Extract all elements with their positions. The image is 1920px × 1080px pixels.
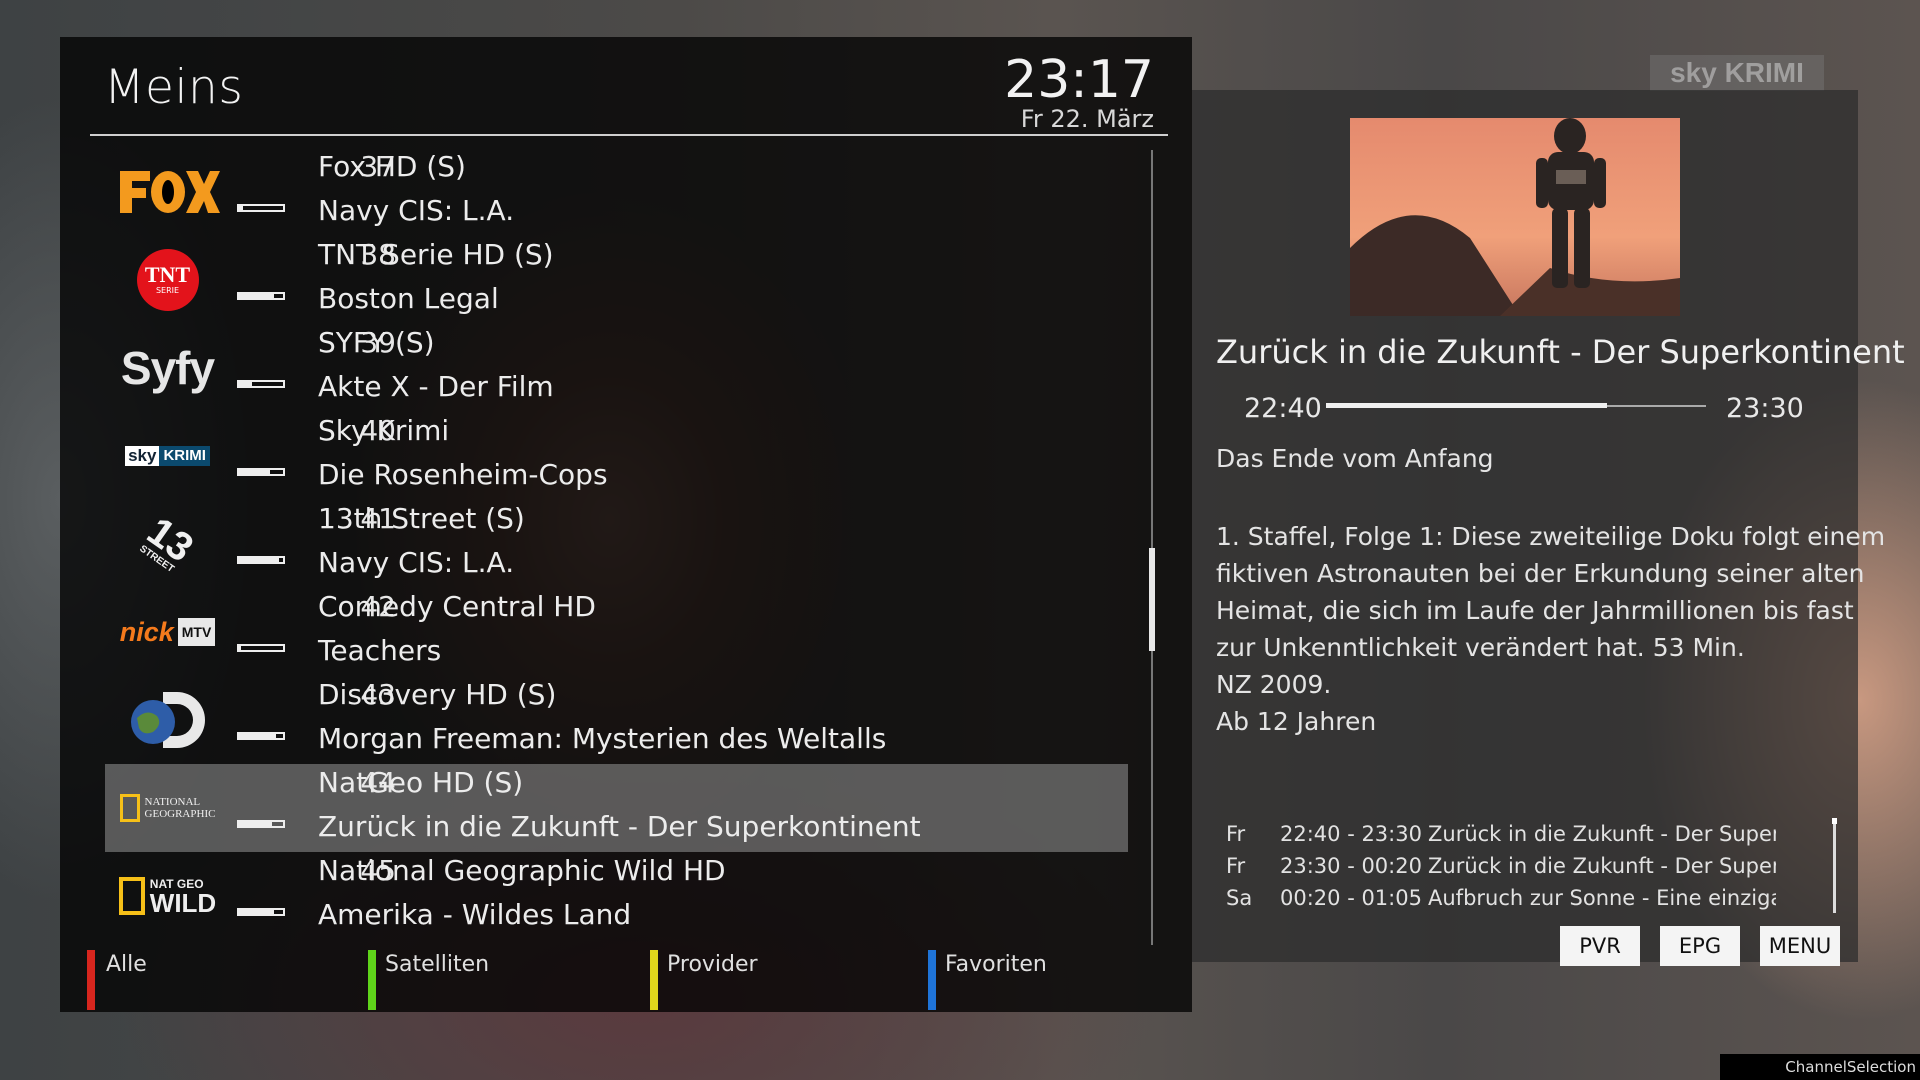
epg-time: 23:30 - 00:20 — [1280, 854, 1422, 878]
current-event: Zurück in die Zukunft - Der Superkontine… — [318, 810, 921, 843]
current-event: Navy CIS: L.A. — [318, 194, 515, 227]
epg-list-item[interactable]: Sa 00:20 - 01:05 Aufbruch zur Sonne - Ei… — [1216, 886, 1776, 916]
sky-krimi-watermark: sky KRIMI — [1650, 55, 1824, 91]
event-progress-bar — [237, 644, 285, 652]
epg-scrollbar-thumb[interactable] — [1832, 818, 1837, 824]
channel-row[interactable]: NATIONAL GEOGRAPHIC 44 NatGeo HD (S) Zurück … — [105, 764, 1128, 852]
channel-logo: nick MTV — [105, 588, 230, 676]
event-start-time: 22:40 — [1244, 393, 1322, 424]
event-end-time: 23:30 — [1726, 393, 1804, 424]
epg-title: Zurück in die Zukunft - Der Superkontine… — [1428, 854, 1776, 878]
bouquet-title: Meins — [104, 60, 244, 115]
channel-row[interactable]: TNT SERIE 38 TNT Serie HD (S) Boston Legal — [105, 236, 1128, 324]
discovery-logo-icon — [130, 692, 205, 748]
epg-scrollbar[interactable] — [1833, 818, 1836, 913]
epg-title: Aufbruch zur Sonne - Eine einzigartige R… — [1428, 886, 1776, 910]
event-progress-bar — [237, 380, 285, 388]
channel-name: TNT Serie HD (S) — [318, 238, 554, 271]
epg-list-item[interactable]: Fr 23:30 - 00:20 Zurück in die Zukunft -… — [1216, 854, 1776, 884]
channel-name: National Geographic Wild HD — [318, 854, 726, 887]
date: Fr 22. März — [1020, 105, 1154, 133]
event-progress-bar — [237, 732, 285, 740]
channel-logo: TNT SERIE — [105, 236, 230, 324]
channel-logo: NAT GEO WILD — [105, 852, 230, 940]
description-line: zur Unkenntlichkeit verändert hat. 53 Mi… — [1216, 633, 1745, 662]
current-event: Die Rosenheim-Cops — [318, 458, 608, 491]
red-button-indicator — [87, 950, 95, 1010]
syfy-logo-icon: Syfy — [120, 342, 215, 394]
red-button-label[interactable]: Alle — [106, 952, 147, 977]
channel-row[interactable]: nick MTV 42 Comedy Central HD Teachers — [105, 588, 1128, 676]
blue-button-indicator — [928, 950, 936, 1010]
blue-button-label[interactable]: Favoriten — [945, 952, 1047, 977]
channel-row[interactable]: 37 Fox HD (S) Navy CIS: L.A. — [105, 148, 1128, 236]
scrollbar-thumb[interactable] — [1149, 548, 1155, 651]
event-progress-bar — [237, 204, 285, 212]
description-line: NZ 2009. — [1216, 670, 1332, 699]
channel-name: Fox HD (S) — [318, 150, 466, 183]
event-description: 1. Staffel, Folge 1: Diese zweiteilige D… — [1216, 518, 1886, 740]
current-event: Navy CIS: L.A. — [318, 546, 515, 579]
screen-name: ChannelSelection — [1720, 1054, 1920, 1080]
event-subtitle: Das Ende vom Anfang — [1216, 444, 1494, 473]
13th-street-logo-icon: 13 STREET — [137, 509, 202, 575]
current-event: Boston Legal — [318, 282, 499, 315]
channel-logo — [105, 148, 230, 236]
channel-row[interactable]: Syfy 39 SYFY (S) Akte X - Der Film — [105, 324, 1128, 412]
clock: 23:17 — [1004, 50, 1154, 110]
green-button-indicator — [368, 950, 376, 1010]
epg-title: Zurück in die Zukunft - Der Superkontine… — [1428, 822, 1776, 846]
description-line: Heimat, die sich im Laufe der Jahrmillio… — [1216, 596, 1854, 625]
current-event: Amerika - Wildes Land — [318, 898, 632, 931]
channel-logo: sky KRIMI — [105, 412, 230, 500]
description-line: Ab 12 Jahren — [1216, 707, 1377, 736]
channel-logo: 13 STREET — [105, 500, 230, 588]
nick-mtv-logo-icon: nick MTV — [120, 617, 216, 648]
event-title: Zurück in die Zukunft - Der Superkontine… — [1216, 333, 1905, 371]
event-thumbnail — [1350, 118, 1680, 316]
epg-day: Sa — [1226, 886, 1253, 910]
channel-row[interactable]: sky KRIMI 40 Sky Krimi Die Rosenheim-Cops — [105, 412, 1128, 500]
channel-name: Sky Krimi — [318, 414, 450, 447]
current-event: Teachers — [318, 634, 442, 667]
channel-row[interactable]: 43 Discovery HD (S) Morgan Freeman: Myster… — [105, 676, 1128, 764]
channel-name: Discovery HD (S) — [318, 678, 557, 711]
channel-logo: NATIONAL GEOGRAPHIC — [105, 764, 230, 852]
event-progress-bar — [237, 468, 285, 476]
header-divider — [90, 134, 1168, 136]
event-progress-bar — [237, 292, 285, 300]
epg-day: Fr — [1226, 854, 1246, 878]
fox-logo-icon — [119, 171, 220, 213]
event-progress-bar — [237, 908, 285, 916]
nat-geo-wild-logo-icon: NAT GEO WILD — [118, 877, 216, 916]
event-progress-fill — [1326, 403, 1608, 408]
yellow-button-label[interactable]: Provider — [667, 952, 758, 977]
event-progress-bar — [237, 820, 285, 828]
event-progress-bar — [237, 556, 285, 564]
description-line: 1. Staffel, Folge 1: Diese zweiteilige D… — [1216, 522, 1886, 551]
national-geographic-logo-icon: NATIONAL GEOGRAPHIC — [119, 794, 215, 822]
channel-logo: Syfy — [105, 324, 230, 412]
pvr-button[interactable]: PVR — [1560, 926, 1640, 966]
sky-krimi-logo-icon: sky KRIMI — [125, 446, 210, 466]
epg-day: Fr — [1226, 822, 1246, 846]
menu-button[interactable]: MENU — [1760, 926, 1840, 966]
green-button-label[interactable]: Satelliten — [385, 952, 489, 977]
channel-row[interactable]: NAT GEO WILD 45 National Geographic Wild HD… — [105, 852, 1128, 940]
yellow-button-indicator — [650, 950, 658, 1010]
channel-row[interactable]: 13 STREET 41 13th Street (S) Navy CIS: L.A. — [105, 500, 1128, 588]
channel-name: Comedy Central HD — [318, 590, 596, 623]
epg-time: 22:40 - 23:30 — [1280, 822, 1422, 846]
tnt-serie-logo-icon: TNT SERIE — [136, 249, 199, 311]
channel-name: SYFY (S) — [318, 326, 435, 359]
current-event: Morgan Freeman: Mysterien des Weltalls — [318, 722, 887, 755]
epg-list-item[interactable]: Fr 22:40 - 23:30 Zurück in die Zukunft -… — [1216, 822, 1776, 852]
current-event: Akte X - Der Film — [318, 370, 554, 403]
epg-time: 00:20 - 01:05 — [1280, 886, 1422, 910]
channel-name: 13th Street (S) — [318, 502, 525, 535]
channel-name: NatGeo HD (S) — [318, 766, 524, 799]
epg-button[interactable]: EPG — [1660, 926, 1740, 966]
description-line: fiktiven Astronauten bei der Erkundung s… — [1216, 559, 1865, 588]
channel-logo — [105, 676, 230, 764]
